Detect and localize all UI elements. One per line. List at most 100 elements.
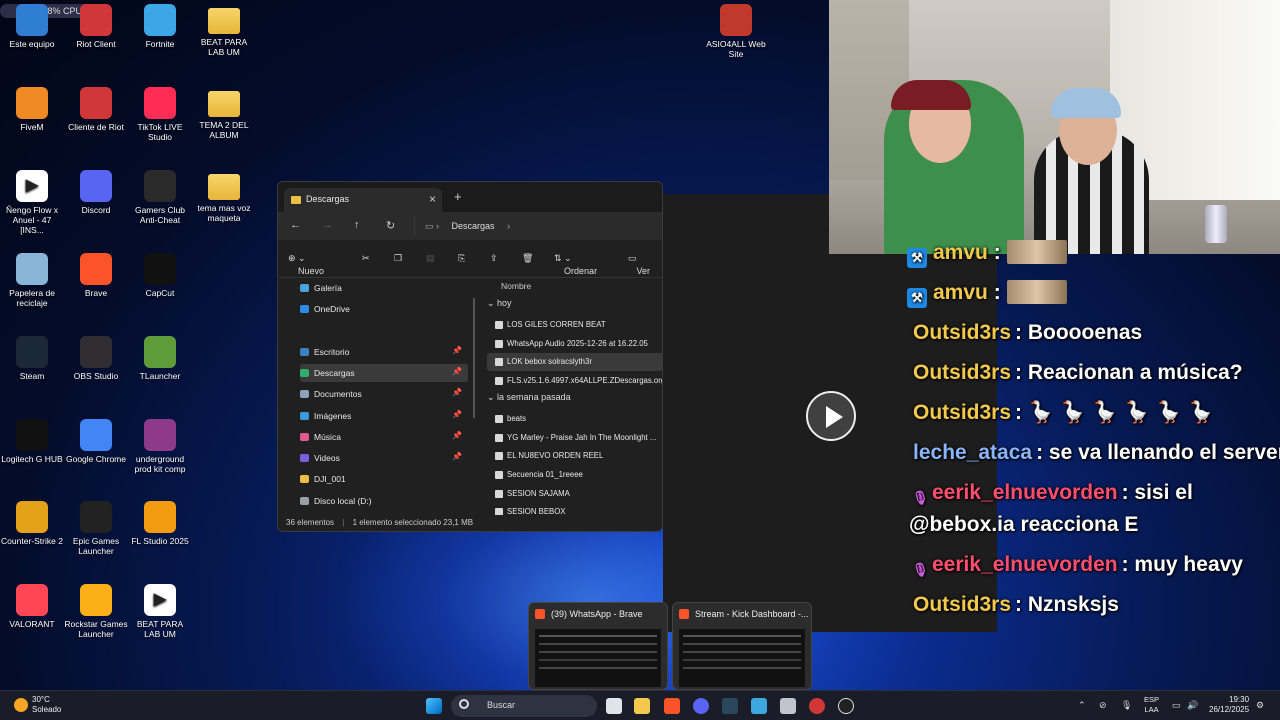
desktop-icon[interactable]: ▶ BEAT PARA LAB UM	[128, 584, 192, 639]
display-icon[interactable]: ▭	[1172, 700, 1181, 711]
chat-username[interactable]: Outsid3rs	[913, 593, 1011, 616]
photos-icon[interactable]	[751, 698, 767, 714]
refresh-icon[interactable]: ↻	[386, 219, 395, 232]
delete-icon[interactable]: 🗑	[522, 253, 533, 264]
chevron-up-icon[interactable]: ⌃	[1078, 700, 1086, 711]
forward-icon[interactable]: →	[322, 219, 333, 231]
sidebar-item[interactable]: Imágenes 📌	[300, 407, 468, 425]
play-icon[interactable]	[806, 391, 856, 441]
chat-username[interactable]: eerik_elnuevorden	[932, 481, 1118, 504]
discord-icon[interactable]	[693, 698, 709, 714]
riot-icon[interactable]	[809, 698, 825, 714]
file-row[interactable]: LOK bebox solracslyth3r	[487, 353, 662, 372]
cut-icon[interactable]: ✂	[362, 253, 370, 264]
steam-icon[interactable]	[722, 698, 738, 714]
desktop-icon[interactable]: Steam	[0, 336, 64, 381]
desktop-icon[interactable]: FiveM	[0, 87, 64, 132]
sidebar-item[interactable]: Música 📌	[300, 428, 468, 446]
desktop-icon[interactable]: TLauncher	[128, 336, 192, 381]
language-indicator[interactable]: ESP LAA	[1144, 695, 1159, 715]
file-row[interactable]: beats	[487, 410, 662, 428]
search-box[interactable]: Buscar	[451, 695, 597, 717]
start-windows-icon[interactable]	[426, 698, 442, 714]
desktop-icon[interactable]: TEMA 2 DEL ALBUM	[192, 87, 256, 140]
sidebar-item[interactable]: DJI_001	[300, 470, 468, 488]
file-explorer-window[interactable]: Descargas × + ← → ↑ ↻ ▭ › Descargas › ⊕ …	[277, 181, 663, 532]
sidebar-item[interactable]: Escritorio 📌	[300, 343, 468, 361]
desktop-icon[interactable]: Rockstar Games Launcher	[64, 584, 128, 639]
file-explorer-icon[interactable]	[634, 698, 650, 714]
chat-username[interactable]: Outsid3rs	[913, 361, 1011, 384]
file-row[interactable]: Secuencia 01_1reeee	[487, 466, 662, 484]
file-row[interactable]: SESION SAJAMA	[487, 485, 662, 503]
desktop-icon[interactable]: Fortnite	[128, 4, 192, 49]
app-icon[interactable]	[780, 698, 796, 714]
media-player-icon[interactable]	[838, 698, 854, 714]
volume-icon[interactable]: 🔊	[1187, 700, 1198, 711]
desktop-icon[interactable]: TikTok LIVE Studio	[128, 87, 192, 142]
sidebar-item[interactable]: Documentos 📌	[300, 385, 468, 403]
address-bar[interactable]: ▭ › Descargas ›	[414, 216, 662, 236]
group-header[interactable]: ⌄ la semana pasada	[487, 392, 571, 403]
share-icon[interactable]: ⇪	[490, 253, 498, 264]
rename-icon[interactable]: ⎘	[458, 253, 465, 264]
chat-username[interactable]: amvu	[933, 281, 988, 304]
back-icon[interactable]: ←	[290, 219, 301, 231]
desktop-icon[interactable]: tema mas voz maqueta	[192, 170, 256, 223]
desktop-icon[interactable]: ▶ Ñengo Flow x Anuel - 47 [INS...	[0, 170, 64, 235]
clock[interactable]: 19:30 26/12/2025	[1209, 695, 1249, 715]
sidebar-item[interactable]: Videos 📌	[300, 449, 468, 467]
file-row[interactable]: LOS GILES CORREN BEAT	[487, 316, 662, 334]
brave-icon[interactable]	[664, 698, 680, 714]
desktop-icon[interactable]: Brave	[64, 253, 128, 298]
sort-button[interactable]: ⇅ Ordenar ⌄	[554, 253, 597, 276]
desktop-icon[interactable]: Counter-Strike 2	[0, 501, 64, 546]
desktop-icon[interactable]: Este equipo	[0, 4, 64, 49]
taskbar-preview-kick[interactable]: Stream - Kick Dashboard -...	[672, 602, 812, 690]
desktop-icon[interactable]: CapCut	[128, 253, 192, 298]
notification-icon[interactable]: ⚙	[1256, 700, 1264, 711]
chat-username[interactable]: leche_ataca	[913, 441, 1032, 464]
file-row[interactable]: FLS.v25.1.6.4997.x64ALLPE.ZDescargas.org	[487, 372, 662, 390]
chat-username[interactable]: eerik_elnuevorden	[932, 553, 1118, 576]
desktop-icon[interactable]: ASIO4ALL Web Site	[704, 4, 768, 59]
chat-username[interactable]: Outsid3rs	[913, 401, 1011, 424]
up-icon[interactable]: ↑	[354, 219, 360, 231]
microphone-icon[interactable]: 🎙	[1121, 700, 1132, 711]
sidebar-item[interactable]: OneDrive	[300, 300, 468, 318]
desktop-icon[interactable]: OBS Studio	[64, 336, 128, 381]
pane-splitter[interactable]	[473, 298, 475, 418]
sidebar-item[interactable]: Descargas 📌	[300, 364, 468, 382]
desktop-icon[interactable]: Gamers Club Anti-Cheat	[128, 170, 192, 225]
desktop-icon[interactable]: Logitech G HUB	[0, 419, 64, 464]
sidebar-item[interactable]: Galería	[300, 279, 468, 297]
taskbar-preview-whatsapp[interactable]: (39) WhatsApp - Brave	[528, 602, 668, 690]
close-icon[interactable]: ×	[429, 192, 436, 206]
desktop-icon[interactable]: Epic Games Launcher	[64, 501, 128, 556]
network-icon[interactable]: ⊘	[1099, 700, 1107, 711]
file-row[interactable]: YG Marley - Praise Jah In The Moonlight …	[487, 429, 662, 447]
file-row[interactable]: WhatsApp Audio 2025-12-26 at 16.22.05	[487, 335, 662, 353]
desktop-icon[interactable]: VALORANT	[0, 584, 64, 629]
desktop-icon[interactable]: BEAT PARA LAB UM	[192, 4, 256, 57]
new-tab-button[interactable]: +	[454, 189, 462, 204]
desktop-icon[interactable]: Papelera de reciclaje	[0, 253, 64, 308]
desktop-icon[interactable]: FL Studio 2025	[128, 501, 192, 546]
desktop-icon[interactable]: Discord	[64, 170, 128, 215]
sidebar-item[interactable]: Disco local (D:)	[300, 492, 468, 510]
desktop-icon[interactable]: Google Chrome	[64, 419, 128, 464]
chat-username[interactable]: Outsid3rs	[913, 321, 1011, 344]
view-button[interactable]: ▭ Ver	[628, 253, 650, 276]
task-view-icon[interactable]	[606, 698, 622, 714]
desktop-icon[interactable]: Riot Client	[64, 4, 128, 49]
tab-descargas[interactable]: Descargas ×	[284, 188, 442, 212]
paste-icon[interactable]: ▤	[426, 253, 435, 264]
desktop-icon[interactable]: Cliente de Riot	[64, 87, 128, 132]
breadcrumb[interactable]: Descargas	[452, 221, 495, 231]
file-row[interactable]: EL NU8EVO ORDEN REEL	[487, 447, 662, 465]
desktop-icon[interactable]: underground prod kit comp	[128, 419, 192, 474]
weather-widget[interactable]: 30°C Soleado	[14, 695, 61, 715]
new-button[interactable]: ⊕ Nuevo ⌄	[288, 253, 324, 276]
chat-username[interactable]: amvu	[933, 241, 988, 264]
group-header[interactable]: ⌄ hoy	[487, 298, 512, 309]
